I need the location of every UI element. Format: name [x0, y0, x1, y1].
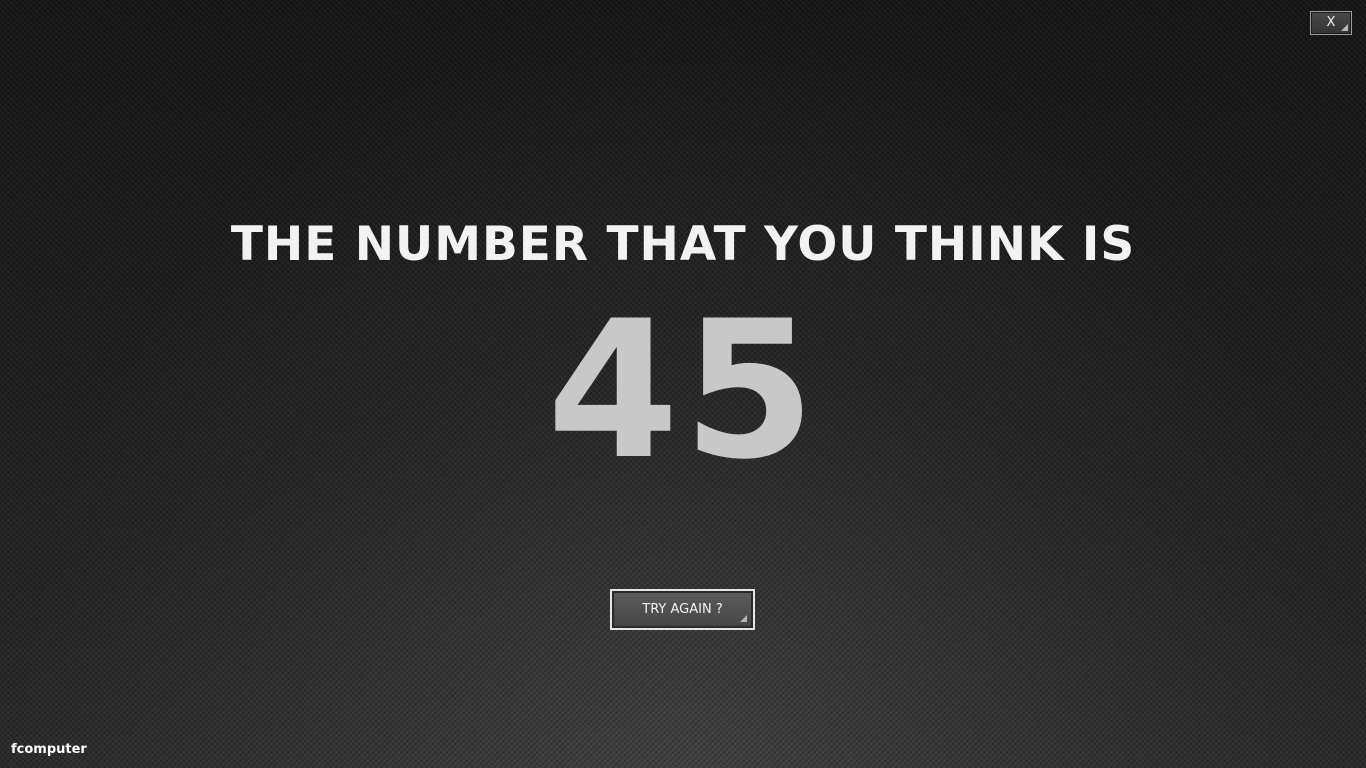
close-button[interactable]: X	[1310, 11, 1352, 35]
try-again-label: TRY AGAIN ?	[642, 602, 723, 617]
close-label: X	[1326, 15, 1336, 30]
try-again-button[interactable]: TRY AGAIN ?	[610, 589, 755, 630]
resize-grip-icon	[1341, 24, 1348, 31]
resize-grip-icon	[740, 615, 747, 622]
brand-label: fcomputer	[11, 742, 87, 757]
result-number: 45	[546, 280, 820, 501]
page-title: THE NUMBER THAT YOU THINK IS	[230, 217, 1136, 272]
